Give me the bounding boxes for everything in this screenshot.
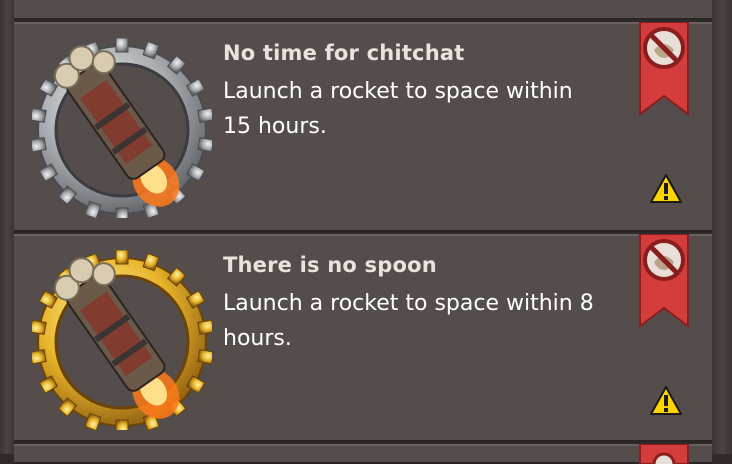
achievement-row: There is no spoon Launch a rocket to spa… — [14, 234, 712, 442]
not-allowed-ribbon-icon — [639, 22, 689, 116]
achievement-row: No time for chitchat Launch a rocket to … — [14, 22, 712, 232]
achievement-description: Launch a rocket to space within 15 hours… — [223, 79, 573, 139]
medal-silver-rocket-icon — [32, 38, 212, 218]
achievement-title: No time for chitchat — [223, 41, 465, 65]
achievement-description: Launch a rocket to space within 8 hours. — [223, 291, 594, 351]
achievement-row-partial-top — [14, 0, 712, 20]
not-allowed-ribbon-icon — [639, 234, 689, 328]
not-allowed-ribbon-icon — [639, 444, 689, 464]
achievement-title: There is no spoon — [223, 253, 437, 277]
window-frame-left — [0, 0, 14, 454]
medal-gold-rocket-icon — [32, 250, 212, 430]
warning-icon — [650, 174, 682, 203]
warning-icon — [650, 386, 682, 415]
achievement-row-partial-bottom — [14, 444, 712, 464]
scrollbar-track[interactable] — [712, 0, 732, 454]
